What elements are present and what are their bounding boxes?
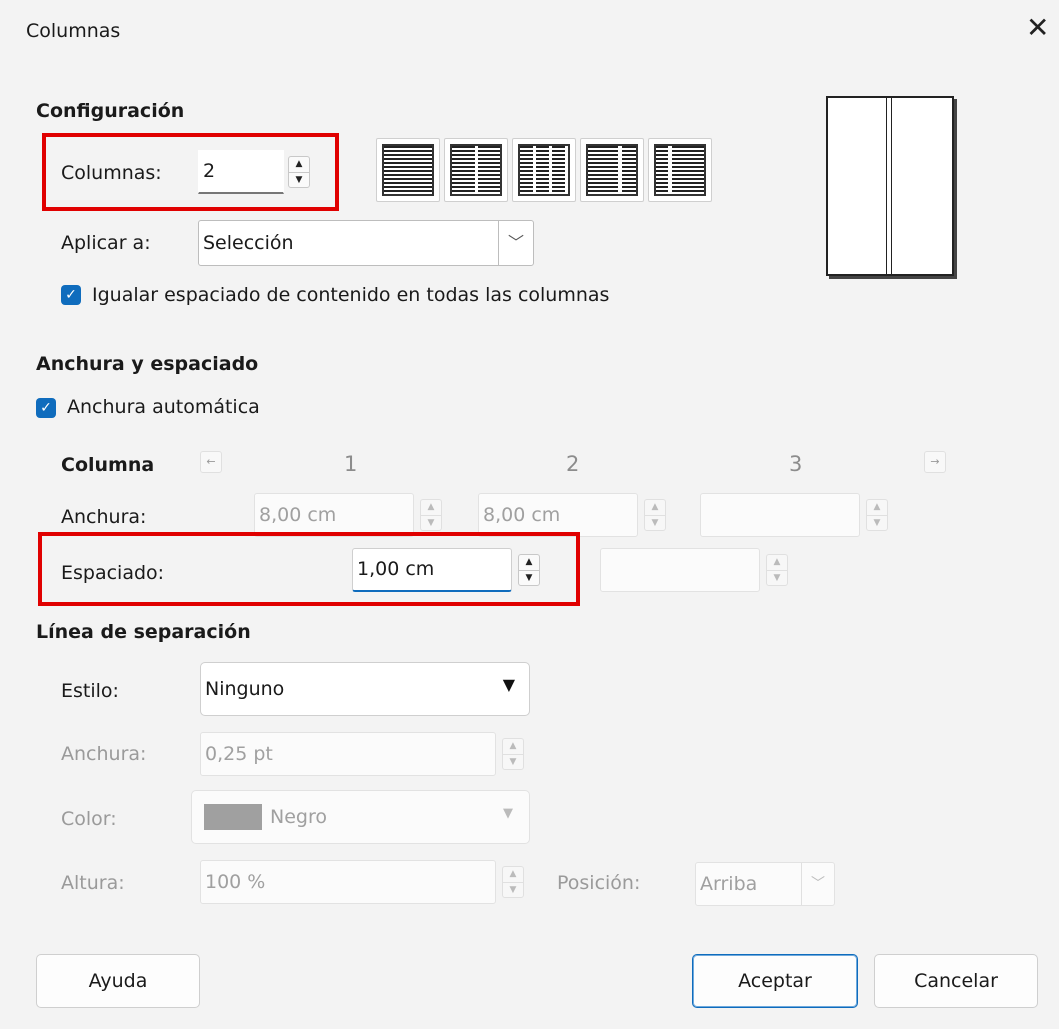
spacing-stepper-1[interactable]: ▲ ▼ <box>518 554 540 586</box>
equalize-label: Igualar espaciado de contenido en todas … <box>92 284 610 306</box>
apply-value: Selección <box>203 231 294 254</box>
height-label: Altura: <box>61 872 125 894</box>
spacing-label: Espaciado: <box>61 562 165 584</box>
apply-label: Aplicar a: <box>61 232 151 254</box>
column-number-2: 2 <box>566 452 580 476</box>
color-select[interactable]: Negro ▼ <box>191 790 530 844</box>
dropdown-arrow-icon[interactable]: ▼ <box>503 677 515 693</box>
arrow-right-icon[interactable]: → <box>924 451 946 473</box>
preset-left-wide[interactable] <box>580 138 644 202</box>
two-columns-icon <box>450 144 502 196</box>
width-stepper-3[interactable]: ▲ ▼ <box>866 499 888 531</box>
chevron-down-icon[interactable]: ﹀ <box>498 221 533 265</box>
spacing-input-1[interactable]: 1,00 cm <box>352 548 512 592</box>
spin-up-icon[interactable]: ▲ <box>288 156 310 172</box>
column-gap <box>886 98 892 274</box>
dialog-title: Columnas <box>26 20 121 42</box>
arrow-left-icon[interactable]: ← <box>200 451 222 473</box>
color-label: Color: <box>61 808 117 830</box>
height-input[interactable]: 100 % <box>200 860 496 904</box>
auto-width-label: Anchura automática <box>67 396 260 418</box>
width-input-2[interactable]: 8,00 cm <box>478 493 638 537</box>
apply-select[interactable]: Selección ﹀ <box>198 220 534 266</box>
column-label: Columna <box>61 454 155 476</box>
ok-button[interactable]: Aceptar <box>692 954 858 1008</box>
columns-stepper[interactable]: ▲ ▼ <box>288 156 310 188</box>
one-column-icon <box>382 144 434 196</box>
columns-input[interactable]: 2 <box>198 150 284 194</box>
style-value: Ninguno <box>205 677 285 700</box>
position-label: Posición: <box>557 872 641 894</box>
color-swatch <box>204 804 262 830</box>
position-select[interactable]: Arriba ﹀ <box>695 862 835 906</box>
preset-right-wide[interactable] <box>648 138 712 202</box>
width-label: Anchura: <box>61 506 147 528</box>
left-wide-icon <box>586 144 638 196</box>
sep-width-stepper[interactable]: ▲ ▼ <box>502 738 524 770</box>
sep-width-label: Anchura: <box>61 743 147 765</box>
width-stepper-1[interactable]: ▲ ▼ <box>420 499 442 531</box>
width-stepper-2[interactable]: ▲ ▼ <box>644 499 666 531</box>
preset-2-columns[interactable] <box>444 138 508 202</box>
width-input-3[interactable] <box>700 493 860 537</box>
close-icon[interactable]: ✕ <box>1026 14 1049 42</box>
cancel-button[interactable]: Cancelar <box>874 954 1038 1008</box>
spacing-stepper-2[interactable]: ▲ ▼ <box>766 554 788 586</box>
spin-down-icon[interactable]: ▼ <box>288 171 310 188</box>
preset-1-column[interactable] <box>376 138 440 202</box>
height-stepper[interactable]: ▲ ▼ <box>502 866 524 898</box>
config-heading: Configuración <box>36 100 185 122</box>
position-value: Arriba <box>700 872 758 895</box>
width-input-1[interactable]: 8,00 cm <box>254 493 414 537</box>
color-dropdown-icon[interactable]: ▼ <box>503 807 513 820</box>
separator-heading: Línea de separación <box>36 621 251 643</box>
spacing-input-2[interactable] <box>600 548 760 592</box>
style-label: Estilo: <box>61 680 119 702</box>
sep-width-input[interactable]: 0,25 pt <box>200 732 496 776</box>
equalize-checkbox[interactable]: ✓ <box>61 285 81 305</box>
columns-label: Columnas: <box>61 162 162 184</box>
auto-width-checkbox[interactable]: ✓ <box>36 398 56 418</box>
three-columns-icon <box>518 144 570 196</box>
column-number-3: 3 <box>789 452 803 476</box>
column-number-1: 1 <box>344 452 358 476</box>
style-select[interactable]: Ninguno ▼ <box>200 662 530 716</box>
color-value: Negro <box>270 805 327 828</box>
position-chevron-icon[interactable]: ﹀ <box>801 863 834 905</box>
help-button[interactable]: Ayuda <box>36 954 200 1008</box>
preset-3-columns[interactable] <box>512 138 576 202</box>
page-preview <box>826 96 954 276</box>
width-spacing-heading: Anchura y espaciado <box>36 353 259 375</box>
right-wide-icon <box>654 144 706 196</box>
